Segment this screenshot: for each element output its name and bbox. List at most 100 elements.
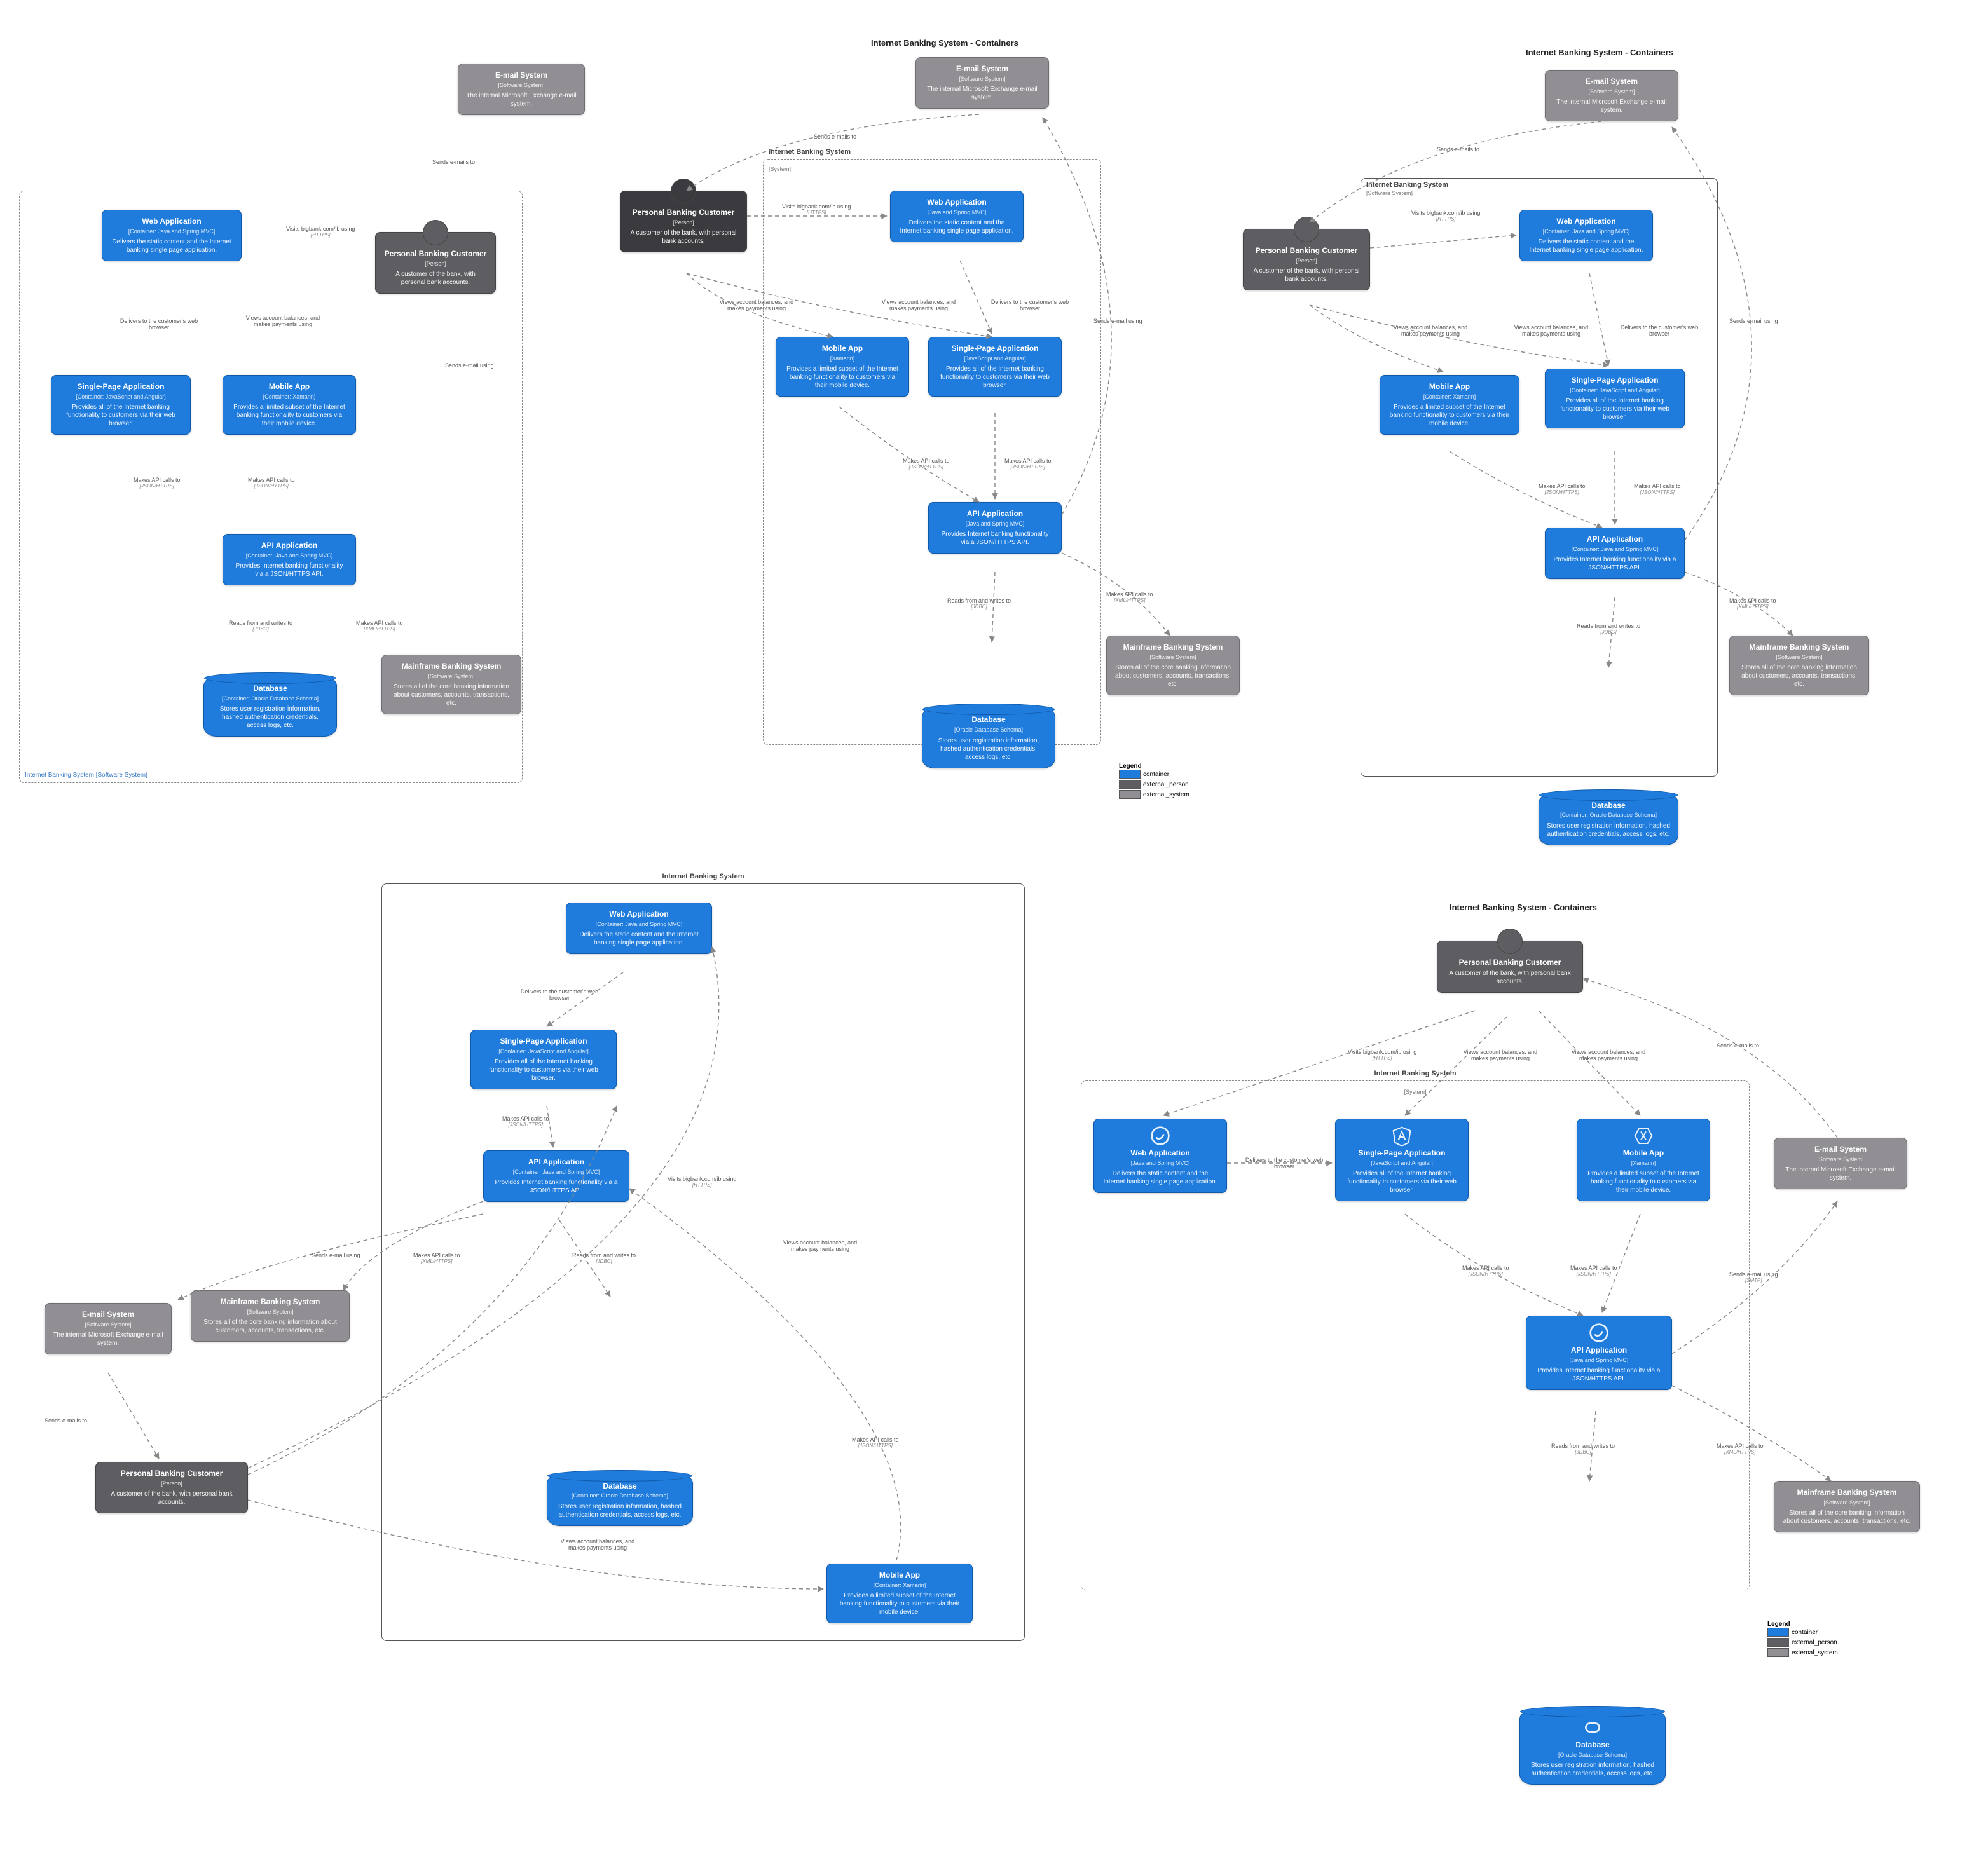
d3-mobile: Mobile App [Container: Xamarin] Provides… [1380, 375, 1519, 435]
d1-api-sub: [Container: Java and Spring MVC] [231, 552, 348, 560]
d1-rel-visits: Visits bigbank.com/ib using[HTTPS] [286, 226, 355, 238]
d5-rel-api-email: Sends e-mail using[SMTP] [1729, 1271, 1778, 1283]
d5-rel-cu-mob: Views account balances, and makes paymen… [1564, 1049, 1653, 1061]
d4-boundary-name: Internet Banking System [662, 873, 744, 880]
d4-rel-api-mf: Makes API calls to[XML/HTTPS] [413, 1252, 460, 1264]
d2-db: Database [Oracle Database Schema] Stores… [922, 708, 1055, 768]
canvas: Internet Banking System [Software System… [13, 13, 1988, 1841]
d5-api: API Application [Java and Spring MVC] Pr… [1526, 1316, 1672, 1390]
d5-web: Web Application [Java and Spring MVC] De… [1093, 1119, 1227, 1193]
d1-spa-sub: [Container: JavaScript and Angular] [59, 393, 182, 401]
legend-label-system: external_system [1143, 791, 1189, 798]
d2-legend: Legend container external_person externa… [1119, 763, 1189, 800]
d1-mobile-title: Mobile App [231, 382, 348, 392]
d1-mobile-sub: [Container: Xamarin] [231, 393, 348, 401]
d1-db-title: Database [212, 684, 329, 694]
d4-web: Web Application [Container: Java and Spr… [566, 903, 712, 954]
d4-rel-mob-api: Makes API calls to[JSON/HTTPS] [852, 1436, 899, 1448]
d1-web-desc: Delivers the static content and the Inte… [110, 238, 233, 254]
d5-rel-api-mf: Makes API calls to[XML/HTTPS] [1717, 1443, 1764, 1455]
d1-db-desc: Stores user registration information, ha… [212, 705, 329, 730]
d3-title: Internet Banking System - Containers [1526, 48, 1673, 57]
d4-mainframe: Mainframe Banking System [Software Syste… [191, 1290, 350, 1342]
d1-web: Web Application [Container: Java and Spr… [102, 210, 242, 261]
d5-rel-api-db: Reads from and writes to[JDBC] [1551, 1443, 1615, 1455]
d4-customer: Personal Banking Customer [Person] A cus… [95, 1462, 248, 1513]
spring-icon [1150, 1126, 1170, 1146]
d2-title: Internet Banking System - Containers [871, 38, 1018, 48]
d1-customer-sub: [Person] [383, 261, 488, 268]
legend-swatch-person [1767, 1638, 1789, 1647]
d4-rel-api-db: Reads from and writes to[JDBC] [572, 1252, 636, 1264]
d3-rel-cu-mob: Views account balances, and makes paymen… [1386, 324, 1475, 337]
d1-mobile: Mobile App [Container: Xamarin] Provides… [223, 375, 356, 435]
d4-rel-cu-spa: Views account balances, and makes paymen… [776, 1239, 865, 1252]
angular-icon [1392, 1126, 1412, 1146]
oracle-icon [1582, 1717, 1603, 1738]
d5-mobile: Mobile App [Xamarin] Provides a limited … [1577, 1119, 1710, 1201]
d4-email: E-mail System [Software System] The inte… [45, 1303, 172, 1354]
d2-boundary-name: Internet Banking System [769, 148, 851, 156]
d1-web-title: Web Application [110, 217, 233, 227]
d2-rel-cu-mob: Views account balances, and makes paymen… [712, 299, 801, 311]
d1-api-title: API Application [231, 541, 348, 551]
d1-rel-cu-mobile: Views account balances, and makes paymen… [238, 315, 327, 327]
legend-swatch-container [1119, 770, 1141, 779]
d2-rel-spa-api: Makes API calls to[JSON/HTTPS] [1004, 458, 1052, 470]
d5-db: Database [Oracle Database Schema] Stores… [1519, 1710, 1666, 1785]
d4-rel-spa-api: Makes API calls to[JSON/HTTPS] [502, 1115, 549, 1128]
d2-email: E-mail System [Software System] The inte… [915, 57, 1049, 109]
d1-api: API Application [Container: Java and Spr… [223, 534, 356, 585]
d3-rel-email: Sends e-mails to [1437, 146, 1479, 153]
d3-customer: Personal Banking Customer [Person] A cus… [1243, 229, 1370, 290]
d4-boundary: Internet Banking System [381, 883, 1025, 1641]
d3-boundary-sub: [Software System] [1366, 190, 1413, 196]
d1-rel-mob-api: Makes API calls to[JSON/HTTPS] [248, 477, 295, 489]
legend-label-container: container [1143, 771, 1169, 778]
d3-boundary-name: Internet Banking System [1366, 181, 1448, 189]
d5-legend: Legend container external_person externa… [1767, 1621, 1838, 1658]
person-icon [1497, 929, 1523, 954]
d4-rel-cu-mob: Views account balances, and makes paymen… [553, 1538, 642, 1551]
d1-spa-title: Single-Page Application [59, 382, 182, 392]
d4-rel-api-email: Sends e-mail using [312, 1252, 360, 1258]
d5-rel-cu-spa: Views account balances, and makes paymen… [1456, 1049, 1545, 1061]
d1-mainframe-desc: Stores all of the core banking informati… [390, 683, 513, 707]
d2-rel-cu-spa: Views account balances, and makes paymen… [874, 299, 963, 311]
d3-boundary: Internet Banking System [Software System… [1361, 178, 1718, 777]
d1-rel-api-email: Sends e-mail using [445, 362, 494, 369]
legend-swatch-system [1767, 1648, 1789, 1657]
legend-title: Legend [1767, 1621, 1838, 1628]
d4-rel-web-spa: Delivers to the customer's web browser [515, 988, 604, 1001]
d3-api: API Application [Container: Java and Spr… [1545, 528, 1685, 579]
d3-email: E-mail System [Software System] The inte… [1545, 70, 1678, 121]
d3-web: Web Application [Container: Java and Spr… [1519, 210, 1653, 261]
spring-icon [1589, 1323, 1609, 1343]
d1-mainframe-sub: [Software System] [390, 673, 513, 681]
d1-rel-api-mf: Makes API calls to[XML/HTTPS] [356, 620, 403, 632]
d1-mainframe: Mainframe Banking System [Software Syste… [381, 655, 521, 714]
d4-spa: Single-Page Application [Container: Java… [470, 1030, 617, 1089]
legend-swatch-container [1767, 1628, 1789, 1637]
d1-db: Database [Container: Oracle Database Sch… [203, 677, 337, 737]
d4-api: API Application [Container: Java and Spr… [483, 1150, 629, 1202]
d1-email-title: E-mail System [466, 71, 577, 81]
d1-customer-desc: A customer of the bank, with personal ba… [383, 270, 488, 287]
d3-rel-api-email: Sends e-mail using [1729, 318, 1778, 324]
d2-rel-mob-api: Makes API calls to[JSON/HTTPS] [903, 458, 950, 470]
person-icon [1294, 217, 1319, 242]
person-icon [671, 179, 696, 204]
d4-db: Database [Container: Oracle Database Sch… [547, 1475, 693, 1526]
d2-rel-api-email: Sends e-mail using [1093, 318, 1142, 324]
d5-rel-email-cu: Sends e-mails to [1717, 1042, 1759, 1049]
d2-spa: Single-Page Application [JavaScript and … [928, 337, 1062, 397]
d2-api: API Application [Java and Spring MVC] Pr… [928, 502, 1062, 554]
d2-rel-email: Sends e-mails to [814, 133, 856, 140]
d3-rel-mob-api: Makes API calls to[JSON/HTTPS] [1539, 483, 1586, 495]
d3-rel-cu-spa: Views account balances, and makes paymen… [1507, 324, 1596, 337]
d1-mobile-desc: Provides a limited subset of the Interne… [231, 403, 348, 428]
d1-boundary-caption: Internet Banking System [Software System… [25, 772, 147, 779]
d3-db: Database [Container: Oracle Database Sch… [1539, 794, 1678, 845]
d1-rel-web-spa: Delivers to the customer's web browser [114, 318, 203, 331]
d2-boundary-sub: [System] [769, 166, 791, 172]
